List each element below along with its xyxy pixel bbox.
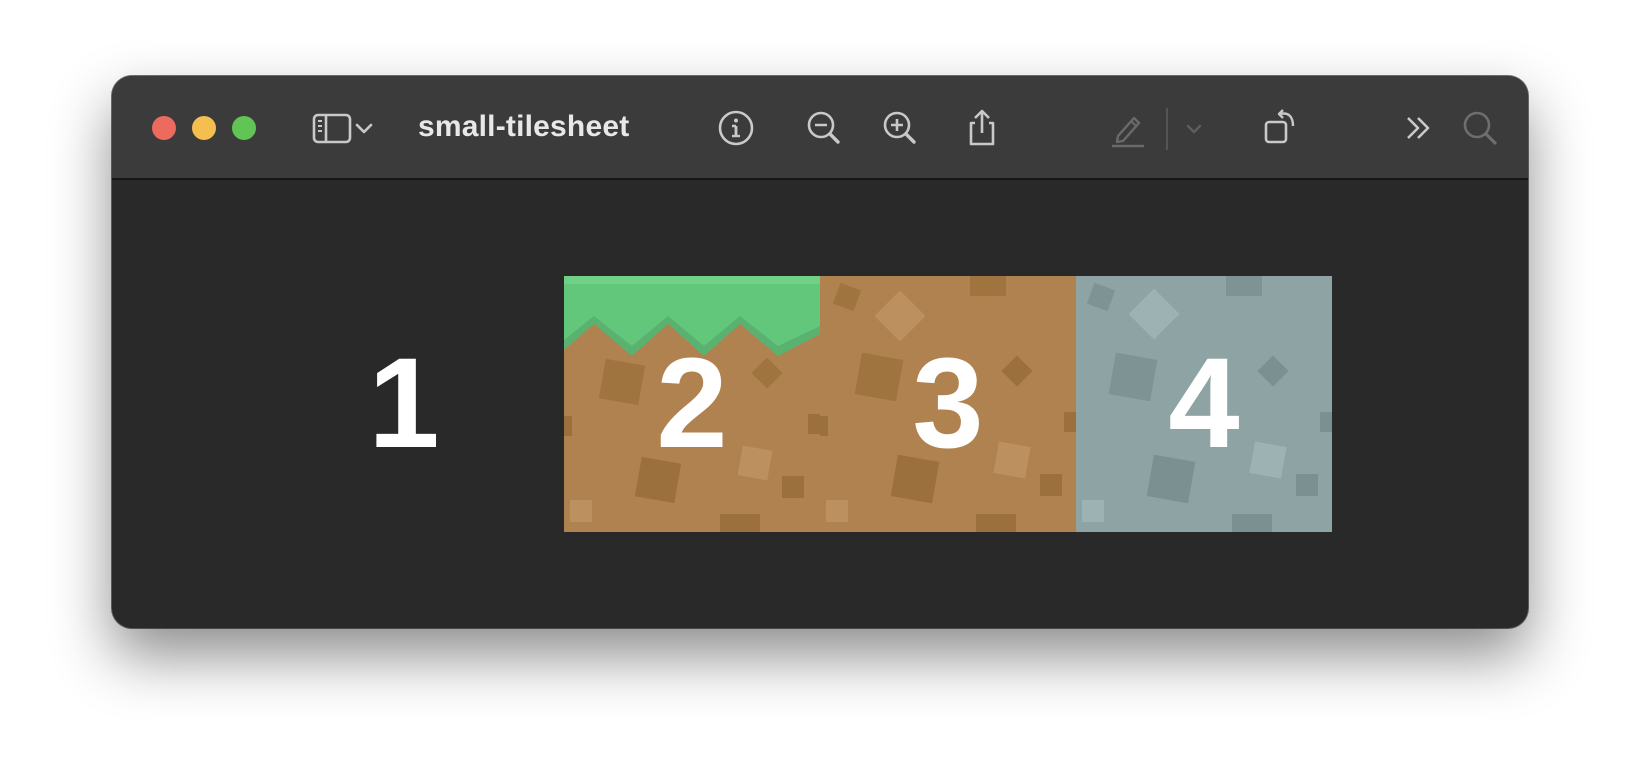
tile-label: 3 [912, 332, 984, 475]
chevron-down-icon[interactable] [352, 106, 376, 150]
info-icon[interactable] [714, 106, 758, 150]
sidebar-toggle-icon[interactable] [310, 106, 354, 150]
minimize-button[interactable] [192, 116, 216, 140]
image-canvas: 1 2 3 4 [112, 180, 1528, 628]
tile-1: 1 [276, 276, 532, 532]
search-icon[interactable] [1458, 106, 1502, 150]
tile-label: 1 [368, 332, 440, 475]
toolbar: small-tilesheet [112, 76, 1528, 180]
markup-pen-icon[interactable] [1106, 106, 1150, 150]
tile-3: 3 [820, 276, 1076, 532]
zoom-out-icon[interactable] [802, 106, 846, 150]
tile-2: 2 [564, 276, 820, 532]
window-title: small-tilesheet [418, 110, 630, 143]
close-button[interactable] [152, 116, 176, 140]
toolbar-separator [1166, 108, 1168, 150]
tile-label: 2 [656, 332, 728, 475]
tile-4: 4 [1076, 276, 1332, 532]
share-icon[interactable] [960, 106, 1004, 150]
zoom-in-icon[interactable] [878, 106, 922, 150]
chevron-down-icon[interactable] [1182, 106, 1206, 150]
rotate-icon[interactable] [1258, 106, 1302, 150]
more-chevrons-icon[interactable] [1396, 106, 1440, 150]
preview-window: small-tilesheet 1 2 3 4 [112, 76, 1528, 628]
tile-label: 4 [1168, 332, 1240, 475]
zoom-button[interactable] [232, 116, 256, 140]
